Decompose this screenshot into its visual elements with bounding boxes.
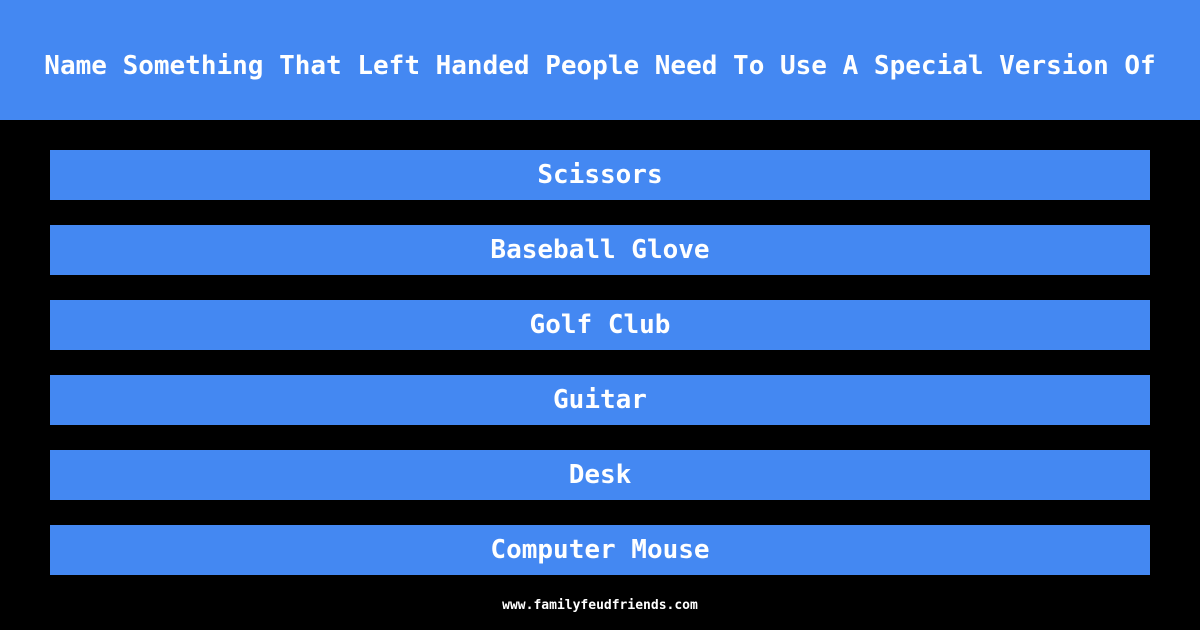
question-header: Name Something That Left Handed People N… — [0, 0, 1200, 120]
answer-list: Scissors Baseball Glove Golf Club Guitar… — [50, 150, 1150, 600]
answer-item: Baseball Glove — [50, 225, 1150, 275]
question-title: Name Something That Left Handed People N… — [44, 50, 1156, 81]
answer-item: Desk — [50, 450, 1150, 500]
answer-item: Guitar — [50, 375, 1150, 425]
site-url: www.familyfeudfriends.com — [502, 598, 698, 613]
answer-item: Scissors — [50, 150, 1150, 200]
answer-item: Golf Club — [50, 300, 1150, 350]
answer-item: Computer Mouse — [50, 525, 1150, 575]
